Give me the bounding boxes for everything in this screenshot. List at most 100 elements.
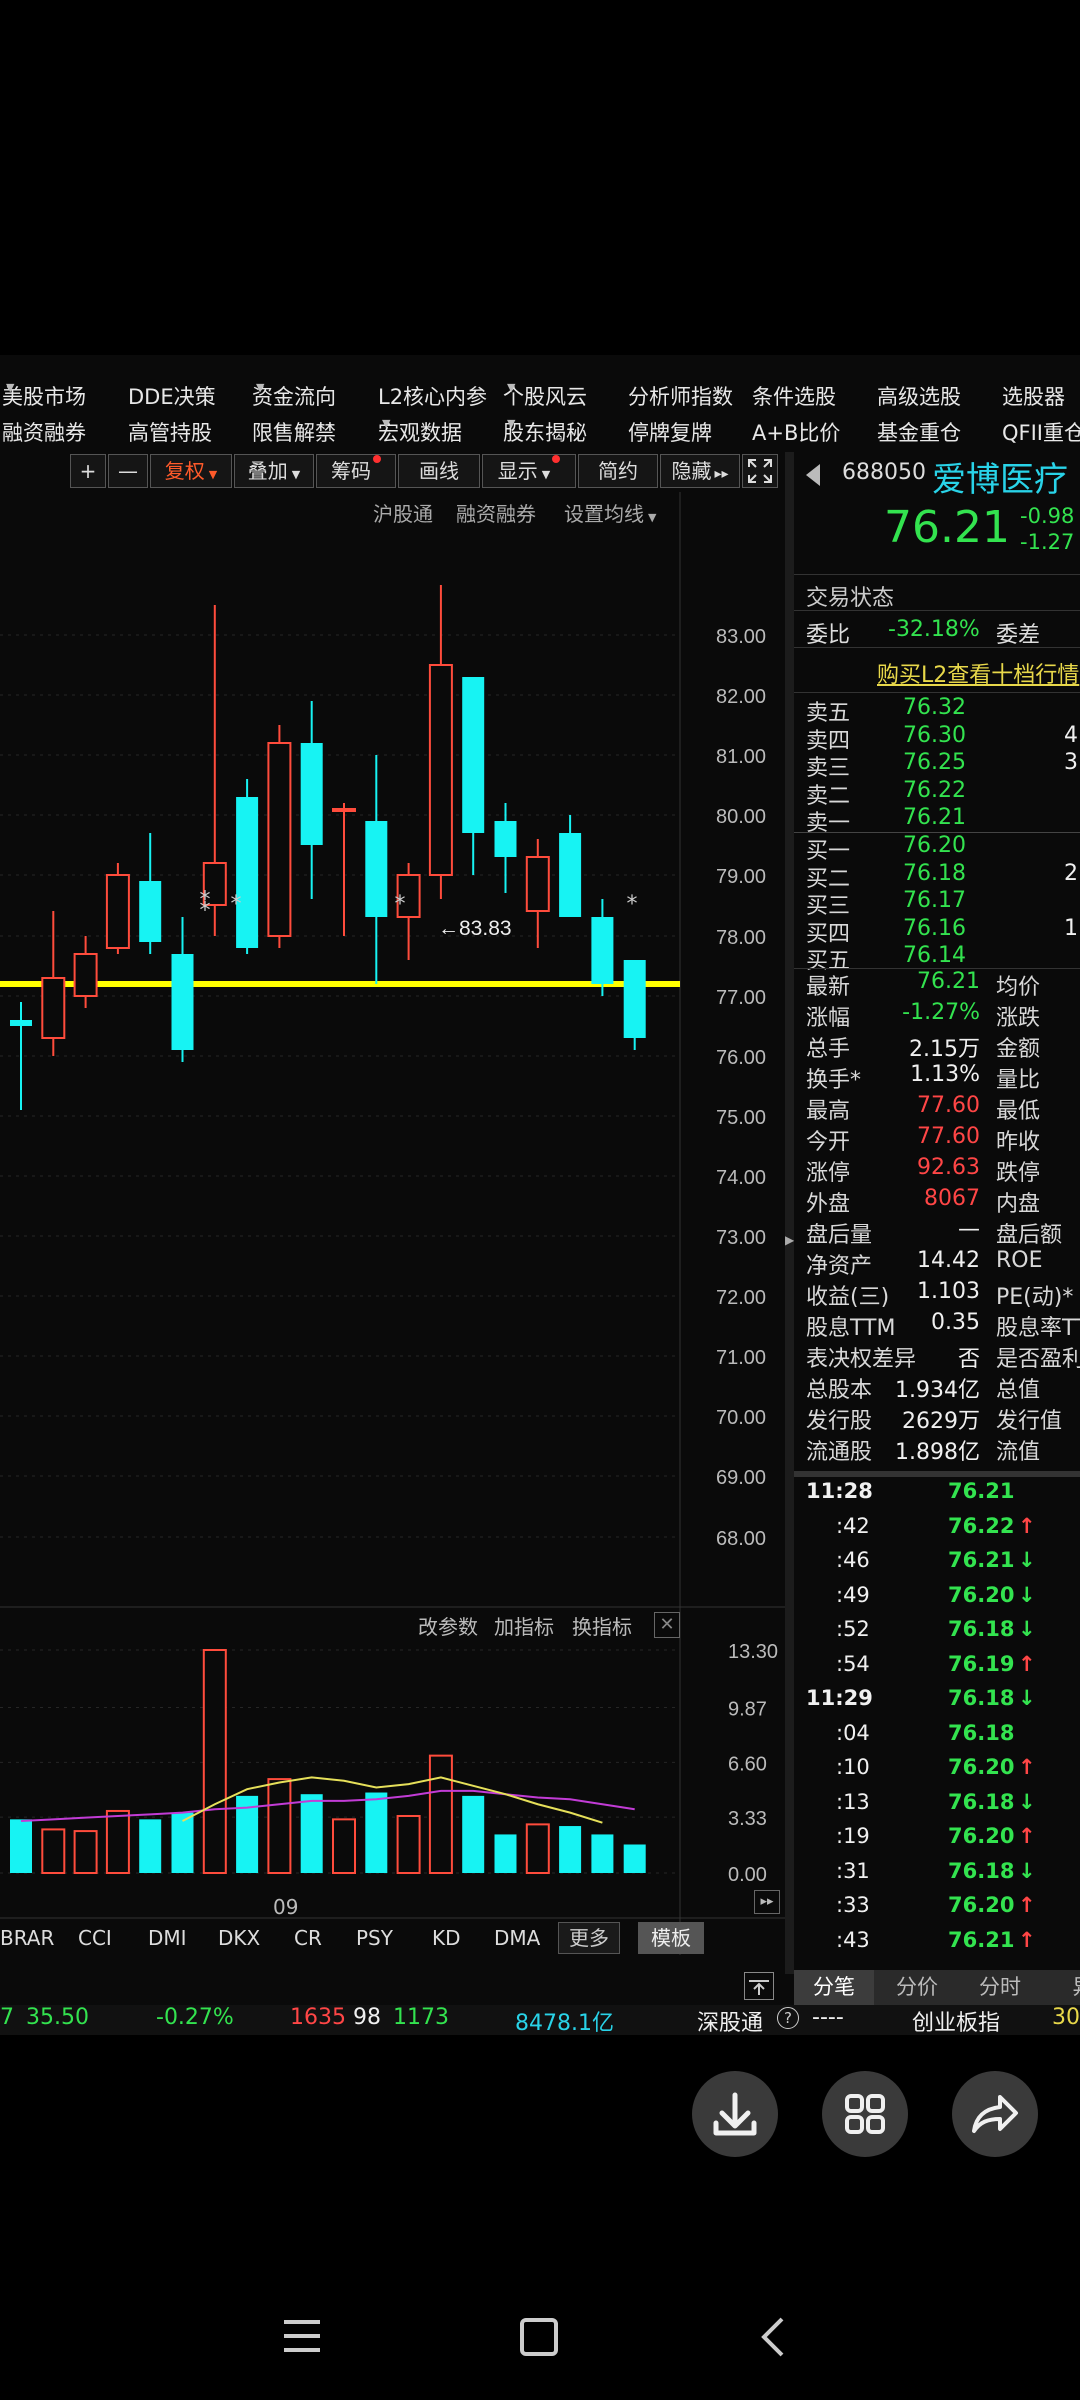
volume-bar[interactable] [591,1834,614,1873]
candle-body[interactable] [171,954,194,1050]
grid-icon [845,2094,885,2134]
upload-icon[interactable] [744,1972,774,2000]
apps-button[interactable] [822,2071,908,2157]
event-marker-icon[interactable]: * [627,892,638,917]
right-tab-3[interactable]: 异 [1043,1970,1080,2005]
stat-label: ROE [996,1248,1043,1273]
collapse-handle-icon[interactable]: ▶ [785,1210,794,1270]
price-tick-label: 74.00 [716,1167,766,1189]
tick-list[interactable]: 11:28 76.21:42 76.22 ↑:46 76.21 ↓:49 76.20 ↓:52… [794,1477,1080,1967]
candle-body[interactable] [73,953,98,997]
divider [794,692,1080,693]
change-params-button[interactable]: 改参数 [418,1611,478,1640]
candle-body[interactable] [559,833,582,917]
indicator-tab-psy[interactable]: PSY [356,1926,393,1950]
event-marker-icon[interactable]: * [395,892,406,917]
volume-bar[interactable] [365,1792,388,1873]
scroll-right-icon[interactable]: ▸▸ [754,1890,780,1914]
volume-bar[interactable] [494,1834,517,1873]
price-tick-label: 73.00 [716,1227,766,1249]
candle-body[interactable] [591,917,614,984]
swap-indicator-button[interactable]: 换指标 [572,1611,632,1640]
stat-label: 发行股 [806,1409,873,1434]
volume-bar[interactable] [267,1778,292,1874]
candle-body[interactable] [332,808,356,812]
nav-menu-icon[interactable] [282,2318,322,2354]
template-button[interactable]: 模板 [638,1922,704,1954]
ticker-index-tail: 7 [0,2005,14,2030]
volume-bar[interactable] [105,1809,130,1874]
price-tick-label: 81.00 [716,746,766,768]
tick-price: 76.20 [948,1893,1015,1917]
candle-body[interactable] [41,977,66,1039]
more-button[interactable]: 更多 [558,1922,620,1954]
event-marker-icon[interactable]: ⁑ [200,891,211,917]
price-tick-label: 75.00 [716,1107,766,1129]
volume-bar[interactable] [396,1814,421,1874]
ticker-down-count: 1173 [393,2005,449,2030]
volume-bar[interactable] [428,1754,453,1875]
share-button[interactable] [952,2071,1038,2157]
stock-code: 688050 [842,460,926,485]
candle-body[interactable] [300,743,323,845]
candle-body[interactable] [236,797,259,948]
stat-label: 是否盈利 [996,1347,1080,1372]
menu-label: QFII重仓 [1002,421,1080,445]
indicator-tab-kd[interactable]: KD [432,1926,461,1950]
indicator-tab-dkx[interactable]: DKX [218,1926,260,1950]
help-icon[interactable]: ? [777,2007,799,2029]
nav-back-icon[interactable] [758,2316,788,2358]
candle-body[interactable] [525,856,550,912]
volume-bar[interactable] [525,1823,550,1875]
nav-home-icon[interactable] [520,2318,558,2356]
candle-body[interactable] [623,960,646,1038]
candle-body[interactable] [494,821,517,857]
volume-bar[interactable] [462,1795,485,1873]
stat-label: 最高 [806,1099,851,1124]
tick-time: :42 [836,1513,870,1538]
download-button[interactable] [692,2071,778,2157]
indicator-tab-dma[interactable]: DMA [494,1926,540,1950]
stat-value: — [958,1217,980,1242]
volume-bar[interactable] [73,1830,98,1875]
close-icon[interactable]: ✕ [654,1612,680,1638]
candle-body[interactable] [365,821,388,917]
volume-bar[interactable] [41,1828,66,1874]
volume-bar[interactable] [623,1844,646,1873]
candle-body[interactable] [462,677,485,833]
tick-time: :10 [836,1755,870,1779]
candle-body[interactable] [139,881,162,942]
back-arrow-icon[interactable] [806,464,820,486]
tick-price: 76.20 [948,1824,1015,1848]
indicator-tab-cci[interactable]: CCI [78,1926,112,1950]
event-marker-icon[interactable]: * [231,892,242,917]
ticker-index-change: 35.50 [26,2005,89,2030]
add-indicator-button[interactable]: 加指标 [494,1611,554,1640]
volume-bar[interactable] [300,1794,323,1873]
tick-time: :49 [836,1582,870,1607]
candlestick-chart[interactable]: 83.00 82.00 81.00 80.00 79.00 78.00 77.00 76.00… [0,355,785,1955]
l2-upgrade-link[interactable]: 购买L2查看十档行情 [877,657,1079,689]
right-tabs: 分笔分价分时异 [794,1970,1080,2005]
candle-body[interactable] [105,874,130,949]
volume-tick-label: 6.60 [728,1753,767,1775]
right-tab-2[interactable]: 分时 [960,1970,1040,2005]
tick-time: :43 [836,1927,870,1952]
asks-level-volume: 3 [1064,750,1078,775]
volume-bar[interactable] [559,1826,582,1873]
volume-bar[interactable] [332,1818,356,1874]
candle-body[interactable] [428,664,453,876]
indicator-tab-brar[interactable]: BRAR [0,1926,54,1950]
indicator-tab-cr[interactable]: CR [294,1926,322,1950]
candle-body[interactable] [267,742,292,937]
indicator-tab-dmi[interactable]: DMI [148,1926,187,1950]
right-tab-1[interactable]: 分价 [877,1970,957,2005]
arrow-down-icon: ↓ [1018,1617,1036,1641]
volume-bar[interactable] [202,1649,227,1874]
volume-bar[interactable] [139,1819,162,1873]
right-tab-0[interactable]: 分笔 [794,1970,874,2005]
sgt-label: 深股通 [697,2011,764,2035]
candle-body[interactable] [10,1020,32,1026]
volume-bar[interactable] [10,1819,32,1873]
volume-bar[interactable] [171,1812,194,1873]
